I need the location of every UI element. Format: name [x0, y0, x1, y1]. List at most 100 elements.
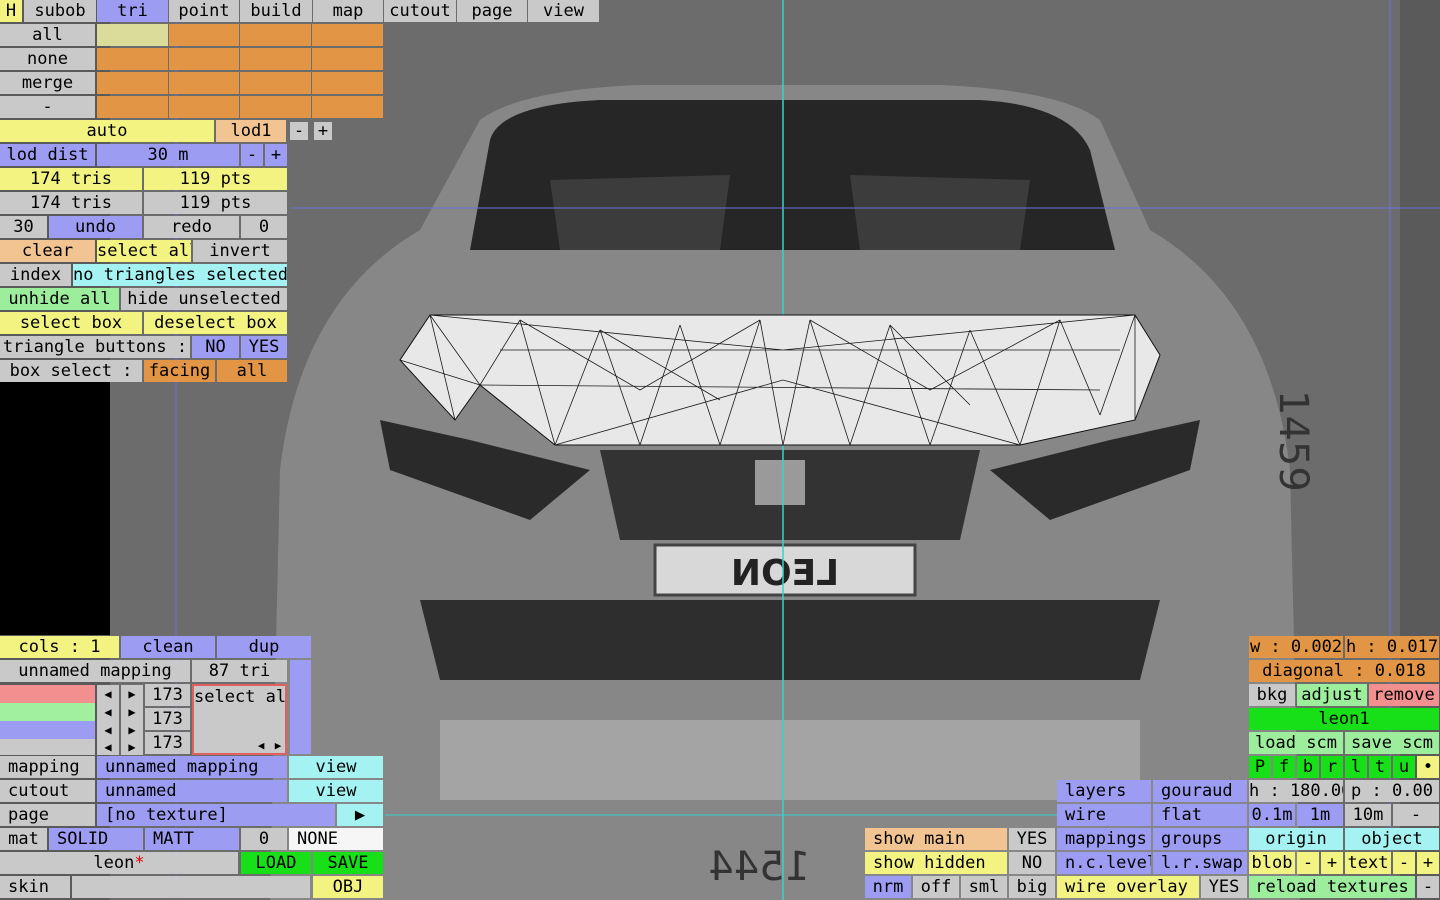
lod-dist-minus-button[interactable]: - — [241, 144, 263, 166]
text-plus-button[interactable]: + — [1417, 852, 1439, 874]
bkg-adjust-button[interactable]: adjust — [1297, 684, 1367, 706]
bkg-remove-button[interactable]: remove — [1369, 684, 1439, 706]
blob-minus-button[interactable]: - — [1297, 852, 1319, 874]
blue-right-arrow-icon[interactable]: ▶ — [121, 721, 143, 739]
red-right-arrow-icon[interactable]: ▶ — [121, 685, 143, 703]
redo-button[interactable]: redo — [144, 216, 239, 238]
preview-right-arrow-icon[interactable]: ▶ — [271, 739, 285, 753]
lod-auto-button[interactable]: auto — [0, 120, 214, 142]
view-p-button[interactable]: P — [1249, 756, 1271, 778]
color-select-all[interactable]: select all — [194, 687, 285, 707]
channel-slider-gray[interactable] — [0, 739, 95, 755]
view-r-button[interactable]: r — [1321, 756, 1343, 778]
red-value[interactable]: 173 — [145, 684, 190, 706]
bkg-image-name[interactable]: leon1 — [1249, 708, 1439, 730]
cutout-view-button[interactable]: view — [289, 780, 383, 802]
texture-select[interactable]: [no texture] — [97, 804, 335, 826]
lod-minus-button[interactable]: - — [290, 122, 308, 140]
swatch-cell[interactable] — [312, 24, 383, 46]
blob-label[interactable]: blob — [1249, 852, 1295, 874]
unhide-all-button[interactable]: unhide all — [0, 288, 119, 310]
channel-slider-green[interactable] — [0, 703, 95, 721]
view-u-button[interactable]: u — [1393, 756, 1415, 778]
show-hidden-label[interactable]: show hidden — [865, 852, 1007, 874]
channel-slider-red[interactable] — [0, 685, 95, 703]
swatch-cell[interactable] — [312, 72, 383, 94]
load-button[interactable]: LOAD — [241, 852, 311, 874]
scale-10m-button[interactable]: 10m — [1345, 804, 1391, 826]
blue-left-arrow-icon[interactable]: ◀ — [97, 721, 119, 739]
deselect-box-button[interactable]: deselect box — [144, 312, 287, 334]
tab-subob[interactable]: subob — [24, 0, 96, 22]
green-value[interactable]: 173 — [145, 708, 190, 730]
swatch-cell[interactable] — [169, 48, 239, 70]
clean-button[interactable]: clean — [121, 636, 215, 658]
origin-button[interactable]: origin — [1249, 828, 1343, 850]
select-all-button[interactable]: all — [0, 24, 95, 46]
select-none-button[interactable]: none — [0, 48, 95, 70]
tab-page[interactable]: page — [457, 0, 527, 22]
pitch-value[interactable]: p : 0.00 — [1345, 780, 1439, 802]
reload-minus-button[interactable]: - — [1417, 876, 1439, 898]
scale-1m-button[interactable]: 1m — [1297, 804, 1343, 826]
mapping-scrollbar[interactable] — [290, 660, 311, 754]
mappings-button[interactable]: mappings — [1057, 828, 1151, 850]
channel-slider-blue[interactable] — [0, 721, 95, 739]
swatch-cell[interactable] — [312, 96, 383, 118]
select-box-button[interactable]: select box — [0, 312, 142, 334]
swatch-cell[interactable] — [312, 48, 383, 70]
mapping-view-button[interactable]: view — [289, 756, 383, 778]
sml-button[interactable]: sml — [961, 876, 1007, 898]
show-main-label[interactable]: show main — [865, 828, 1007, 850]
index-label[interactable]: index — [0, 264, 71, 286]
tab-point[interactable]: point — [169, 0, 239, 22]
undo-button[interactable]: undo — [49, 216, 142, 238]
box-select-all[interactable]: all — [217, 360, 287, 382]
select-all-triangles-button[interactable]: select all — [97, 240, 191, 262]
view-b-button[interactable]: b — [1297, 756, 1319, 778]
mapping-name[interactable]: unnamed mapping — [0, 660, 190, 682]
tab-map[interactable]: map — [313, 0, 383, 22]
text-label[interactable]: text — [1345, 852, 1391, 874]
tab-build[interactable]: build — [240, 0, 312, 22]
cols-setting[interactable]: cols : 1 — [0, 636, 119, 658]
scale-minus-button[interactable]: - — [1393, 804, 1439, 826]
view-f-button[interactable]: f — [1273, 756, 1295, 778]
swatch-cell[interactable] — [97, 24, 168, 46]
lr-swap-button[interactable]: l.r.swap — [1153, 852, 1247, 874]
mat-matt-button[interactable]: MATT — [145, 828, 239, 850]
wire-button[interactable]: wire — [1057, 804, 1151, 826]
view-l-button[interactable]: l — [1345, 756, 1367, 778]
lod-dist-value[interactable]: 30 m — [97, 144, 239, 166]
green-left-arrow-icon[interactable]: ◀ — [97, 703, 119, 721]
red-left-arrow-icon[interactable]: ◀ — [97, 685, 119, 703]
show-hidden-toggle[interactable]: NO — [1009, 852, 1055, 874]
swatch-cell[interactable] — [97, 48, 168, 70]
heading-value[interactable]: h : 180.00 — [1249, 780, 1343, 802]
hide-unselected-button[interactable]: hide unselected — [121, 288, 287, 310]
swatch-cell[interactable] — [240, 96, 311, 118]
scale-0-1m-button[interactable]: 0.1m — [1249, 804, 1295, 826]
wire-overlay-label[interactable]: wire overlay — [1057, 876, 1199, 898]
gray-left-arrow-icon[interactable]: ◀ — [97, 739, 119, 755]
reload-textures-button[interactable]: reload textures — [1249, 876, 1415, 898]
preview-left-arrow-icon[interactable]: ◀ — [254, 739, 268, 753]
mapping-select[interactable]: unnamed mapping — [97, 756, 287, 778]
triangle-buttons-yes[interactable]: YES — [241, 336, 287, 358]
swatch-cell[interactable] — [240, 48, 311, 70]
view-t-button[interactable]: t — [1369, 756, 1391, 778]
swatch-cell[interactable] — [97, 72, 168, 94]
merge-button[interactable]: merge — [0, 72, 95, 94]
wire-overlay-toggle[interactable]: YES — [1201, 876, 1247, 898]
mat-solid-button[interactable]: SOLID — [49, 828, 143, 850]
box-select-facing[interactable]: facing — [144, 360, 215, 382]
load-scm-button[interactable]: load scm — [1249, 732, 1343, 754]
view-dot-icon[interactable]: • — [1417, 756, 1439, 778]
nrm-button[interactable]: nrm — [865, 876, 911, 898]
h-toggle-button[interactable]: H — [0, 0, 22, 22]
green-right-arrow-icon[interactable]: ▶ — [121, 703, 143, 721]
clear-button[interactable]: clear — [0, 240, 95, 262]
save-button[interactable]: SAVE — [313, 852, 383, 874]
tab-cutout[interactable]: cutout — [384, 0, 456, 22]
gray-right-arrow-icon[interactable]: ▶ — [121, 739, 143, 755]
